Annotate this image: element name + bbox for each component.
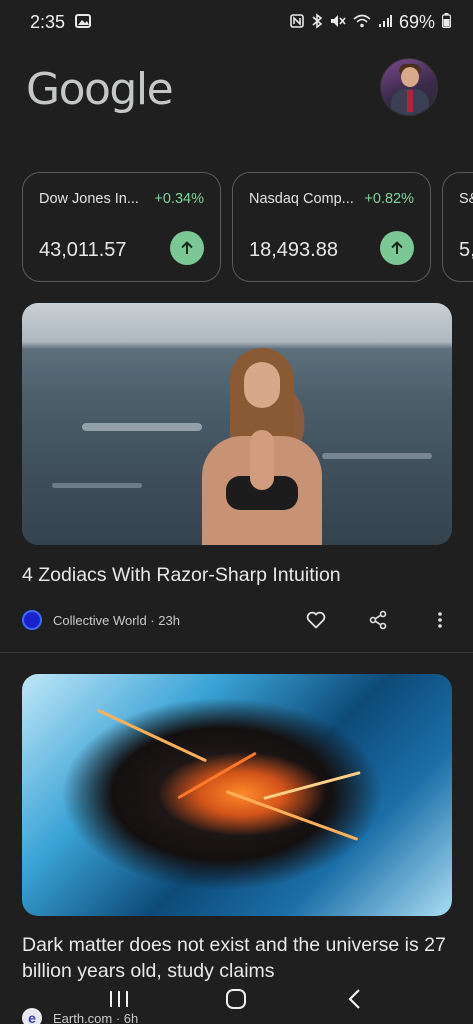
light-streak	[96, 708, 208, 763]
stock-name: S&	[459, 191, 473, 207]
wave	[322, 453, 432, 459]
image-icon	[75, 13, 92, 31]
light-streak	[177, 751, 257, 800]
signal-icon	[378, 14, 392, 31]
article-actions	[266, 608, 452, 632]
divider	[0, 652, 473, 653]
battery-percent: 69%	[398, 11, 435, 32]
stock-name: Nasdaq Comp...	[249, 191, 354, 207]
status-right: 69%	[290, 11, 452, 33]
stock-card-nasdaq[interactable]: Nasdaq Comp... +0.82% 18,493.88	[232, 172, 431, 282]
status-bar: 2:35 69%	[0, 0, 473, 44]
battery-icon	[441, 13, 452, 31]
figure-face	[244, 362, 280, 408]
heart-icon[interactable]	[304, 608, 328, 632]
source-logo-icon	[22, 610, 42, 630]
article-meta: Collective World · 23h	[22, 608, 452, 632]
google-logo: Google	[26, 64, 174, 115]
light-streak	[263, 771, 361, 800]
light-streak	[225, 790, 359, 841]
avatar-head	[401, 67, 419, 87]
arrow-up-icon	[380, 231, 414, 265]
back-icon[interactable]	[334, 979, 374, 1019]
article-image-ocean[interactable]	[22, 303, 452, 545]
article-image-space[interactable]	[22, 674, 452, 916]
status-time: 2:35	[30, 11, 66, 32]
stock-card-dow[interactable]: Dow Jones In... +0.34% 43,011.57	[22, 172, 221, 282]
figure-hands	[250, 430, 274, 490]
stock-name: Dow Jones In...	[39, 191, 139, 207]
article-source: Collective World · 23h	[53, 612, 180, 628]
wifi-icon	[353, 14, 371, 31]
avatar[interactable]	[380, 58, 438, 116]
stock-carousel[interactable]: Dow Jones In... +0.34% 43,011.57 Nasdaq …	[22, 172, 473, 282]
woman-figure	[202, 348, 322, 545]
stock-change: +0.34%	[154, 191, 204, 207]
avatar-tie	[407, 90, 413, 112]
nfc-icon	[290, 13, 304, 31]
status-left: 2:35	[30, 11, 92, 33]
stock-value: 5,	[459, 239, 473, 261]
recents-icon[interactable]	[99, 979, 139, 1019]
share-icon[interactable]	[366, 608, 390, 632]
mute-icon	[330, 14, 346, 31]
stock-change: +0.82%	[364, 191, 414, 207]
system-nav-bar	[0, 974, 473, 1024]
more-vert-icon[interactable]	[428, 608, 452, 632]
bluetooth-icon	[311, 12, 323, 32]
stock-value: 18,493.88	[249, 239, 338, 261]
arrow-up-icon	[170, 231, 204, 265]
article-title[interactable]: 4 Zodiacs With Razor-Sharp Intuition	[22, 562, 452, 588]
home-icon[interactable]	[216, 979, 256, 1019]
wave	[52, 483, 142, 488]
wave	[82, 423, 202, 431]
stock-value: 43,011.57	[39, 239, 127, 261]
stock-card-sp[interactable]: S& 5,	[442, 172, 473, 282]
app-header: Google	[0, 58, 473, 120]
